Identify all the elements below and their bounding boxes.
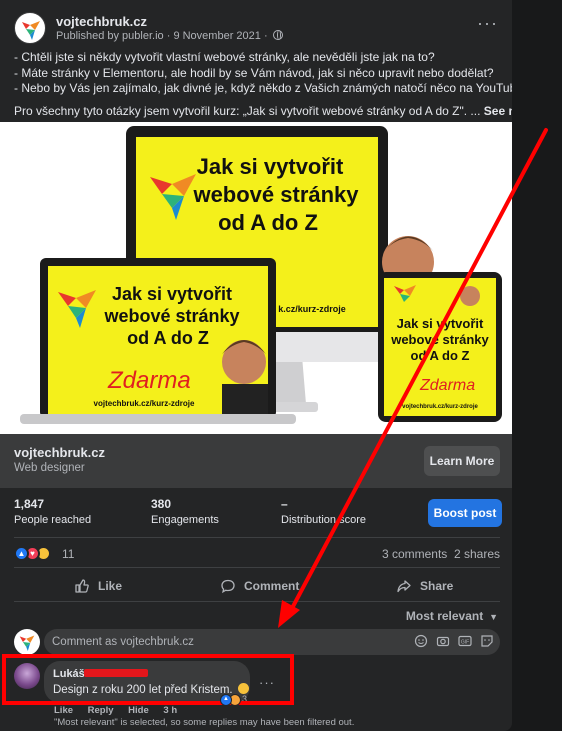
share-label: Share bbox=[420, 579, 454, 593]
tablet-script: Zdarma bbox=[419, 377, 475, 394]
course-promo-image: ● Jak si vytvořit webové stránky od A do… bbox=[0, 122, 512, 434]
published-by[interactable]: Published by publer.io bbox=[56, 30, 164, 42]
comment-hide-link[interactable]: Hide bbox=[128, 705, 149, 716]
meta-separator: · bbox=[263, 30, 271, 42]
post-text-line: - Máte stránky v Elementoru, ale hodil b… bbox=[14, 65, 494, 80]
see-more-link[interactable]: See more bbox=[484, 104, 512, 118]
sort-dropdown[interactable]: Most relevant ▼ bbox=[406, 609, 498, 623]
reached-label: People reached bbox=[14, 514, 92, 526]
boost-post-button[interactable]: Boost post bbox=[428, 499, 502, 527]
laptop-headline-1: Jak si vytvořit bbox=[112, 284, 232, 304]
emoji-icon[interactable] bbox=[414, 634, 428, 648]
sticker-icon[interactable] bbox=[480, 634, 494, 648]
imac-headline-3: od A do Z bbox=[218, 210, 318, 235]
comment-like-link[interactable]: Like bbox=[54, 705, 73, 716]
tablet-url: vojtechbruk.cz/kurz-zdroje bbox=[402, 404, 478, 410]
commenter-page-avatar bbox=[14, 629, 40, 655]
filter-note: "Most relevant" is selected, so some rep… bbox=[54, 717, 355, 728]
comment-actions: Like Reply Hide 3 h bbox=[54, 705, 189, 716]
distribution-stat[interactable]: – Distribution score bbox=[281, 497, 366, 526]
post-text-last: Pro všechny tyto otázky jsem vytvořil ku… bbox=[14, 103, 512, 120]
reached-value: 1,847 bbox=[14, 497, 45, 511]
distribution-label: Distribution score bbox=[281, 514, 366, 526]
comment-icon bbox=[221, 579, 235, 594]
more-options-icon[interactable]: ··· bbox=[477, 14, 498, 32]
comment-reply-link[interactable]: Reply bbox=[88, 705, 114, 716]
link-preview[interactable]: vojtechbruk.cz Web designer Learn More bbox=[0, 434, 512, 488]
engagements-stat[interactable]: 380 Engagements bbox=[151, 497, 219, 526]
imac-headline-1: Jak si vytvořit bbox=[197, 154, 344, 179]
gif-icon[interactable]: GIF bbox=[458, 634, 472, 648]
divider bbox=[14, 537, 500, 538]
post-actions: Like Comment Share bbox=[14, 572, 502, 600]
comment-input[interactable] bbox=[44, 629, 500, 655]
like-reaction-icon: ▲ bbox=[220, 694, 232, 706]
divider bbox=[14, 567, 500, 568]
laptop-script: Zdarma bbox=[107, 367, 191, 394]
engagements-label: Engagements bbox=[151, 514, 219, 526]
tablet-headline-1: Jak si vytvořit bbox=[397, 316, 484, 331]
laptop-headline-2: webové stránky bbox=[103, 306, 239, 326]
bird-logo-icon bbox=[19, 635, 35, 651]
post-text-line: - Nebo by Vás jen zajímalo, jak divné je… bbox=[14, 81, 512, 95]
tablet-headline-3: od A do Z bbox=[411, 348, 470, 363]
reactions-row: ▲ ♥ 11 3 comments 2 shares bbox=[14, 545, 502, 563]
bird-logo-icon bbox=[22, 21, 40, 40]
share-icon bbox=[397, 580, 411, 593]
globe-icon bbox=[272, 30, 283, 40]
laptop-headline-3: od A do Z bbox=[127, 328, 209, 348]
like-label: Like bbox=[98, 579, 123, 593]
laptop-url: vojtechbruk.cz/kurz-zdroje bbox=[94, 399, 195, 408]
share-button[interactable]: Share bbox=[396, 572, 453, 600]
page-name[interactable]: vojtechbruk.cz bbox=[56, 14, 147, 29]
comment-label: Comment bbox=[244, 579, 300, 593]
post-meta: Published by publer.io · 9 November 2021… bbox=[56, 30, 283, 42]
comment-time[interactable]: 3 h bbox=[163, 705, 177, 716]
like-button[interactable]: Like bbox=[74, 572, 122, 600]
annotation-highlight-box bbox=[2, 654, 294, 705]
post-image[interactable]: ● Jak si vytvořit webové stránky od A do… bbox=[0, 122, 512, 434]
link-title[interactable]: vojtechbruk.cz bbox=[14, 445, 105, 460]
post-header: vojtechbruk.cz Published by publer.io · … bbox=[14, 12, 504, 44]
post-date[interactable]: 9 November 2021 bbox=[173, 30, 260, 42]
divider bbox=[14, 601, 500, 602]
tablet-headline-2: webové stránky bbox=[390, 332, 489, 347]
chevron-down-icon: ▼ bbox=[486, 612, 498, 622]
post-card: vojtechbruk.cz Published by publer.io · … bbox=[0, 0, 512, 731]
post-text-line: - Chtěli jste si někdy vytvořit vlastní … bbox=[14, 50, 435, 64]
like-reaction-icon: ▲ bbox=[14, 546, 29, 561]
imac-url: k.cz/kurz-zdroje bbox=[278, 304, 346, 314]
comments-shares: 3 comments 2 shares bbox=[382, 547, 500, 561]
shares-count[interactable]: 2 shares bbox=[454, 547, 500, 561]
engagements-value: 380 bbox=[151, 497, 172, 511]
imac-headline-2: webové stránky bbox=[192, 182, 359, 207]
reached-stat[interactable]: 1,847 People reached bbox=[14, 497, 91, 526]
distribution-value: – bbox=[281, 497, 288, 511]
camera-icon[interactable] bbox=[436, 634, 450, 648]
link-subtitle: Web designer bbox=[14, 462, 85, 474]
thumbs-up-icon bbox=[75, 579, 89, 593]
post-text: - Chtěli jste si někdy vytvořit vlastní … bbox=[14, 50, 512, 120]
page-avatar[interactable] bbox=[14, 12, 46, 44]
svg-text:GIF: GIF bbox=[461, 640, 469, 646]
sort-label: Most relevant bbox=[405, 609, 484, 623]
comments-count[interactable]: 3 comments bbox=[382, 547, 447, 561]
learn-more-button[interactable]: Learn More bbox=[424, 446, 500, 476]
reaction-count[interactable]: 11 bbox=[62, 547, 74, 561]
comment-button[interactable]: Comment bbox=[220, 572, 299, 600]
post-text-last-content: Pro všechny tyto otázky jsem vytvořil ku… bbox=[14, 103, 481, 118]
